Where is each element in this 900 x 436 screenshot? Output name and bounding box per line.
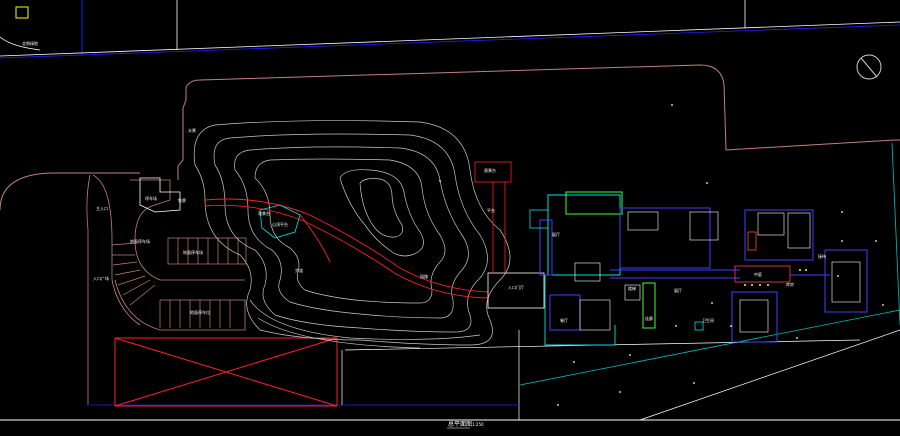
label-parking-lot: 停车场 (145, 195, 157, 201)
site-boundary-north (185, 64, 896, 151)
title-block-marker (15, 6, 29, 19)
label-store: 库房 (786, 281, 794, 287)
label-kiosk2: 入口广场 (93, 275, 109, 281)
label-path3: 园路 (420, 273, 428, 279)
ticket-kiosk (139, 177, 181, 213)
parking-stalls-curve (111, 242, 156, 306)
cad-drawing-canvas: 北侧绿地 主入口 停车场 售票 地面停车场 地面停车场 地面停车位 入口广场 水… (0, 0, 900, 436)
reserved-plot (114, 337, 338, 407)
east-building-north (744, 209, 814, 261)
plan-labels: 主入口 停车场 售票 地面停车场 地面停车场 地面停车位 入口广场 水景 山顶平… (93, 127, 826, 323)
label-top: 水景 (188, 127, 196, 133)
label-top-pavilion: 观景台 (484, 167, 496, 173)
label-bridge: 平台 (487, 207, 495, 213)
label-stair: 楼梯 (628, 285, 636, 291)
label-path2: 步道 (295, 267, 303, 273)
east-building-far (824, 249, 868, 313)
label-corridor: 连廊 (645, 315, 653, 321)
label-mound: 山顶平台 (272, 221, 288, 227)
label-entrance: 主入口 (96, 205, 108, 211)
label-hall: 展厅 (674, 287, 682, 293)
road-edge-top (0, 21, 900, 57)
site-boundary-west (177, 87, 187, 180)
east-corridor (734, 265, 830, 286)
label-kiosk: 售票 (178, 197, 186, 203)
boundary-line-top (0, 24, 900, 59)
drawing-scale: 1:250 (472, 422, 484, 427)
label-parking-south: 地面停车位 (190, 309, 210, 315)
boundary-east (891, 142, 900, 326)
east-building-south (731, 291, 778, 343)
north-arrow-needle (860, 57, 878, 78)
contour-lines (193, 120, 511, 349)
label-parking-north: 地面停车场 (183, 249, 203, 255)
drawing-title: 总平面图 (448, 420, 472, 428)
parking-ring-inner (130, 179, 245, 281)
corner-label: 北侧绿地 (22, 40, 38, 46)
label-path1: 观景台 (258, 210, 270, 216)
site-plan-svg: 北侧绿地 主入口 停车场 售票 地面停车场 地面停车场 地面停车位 入口广场 水… (0, 0, 900, 429)
label-gate: 入口门厅 (508, 284, 524, 290)
label-toilet: 卫生间 (702, 317, 714, 323)
garden-paths (204, 198, 489, 299)
label-cafe: 餐厅 (560, 317, 568, 323)
entrance-road-outer (0, 172, 140, 211)
parking-stalls-north (167, 237, 247, 265)
label-court: 中庭 (754, 271, 762, 277)
entrance-road-inner (86, 174, 91, 405)
label-parking-curve: 地面停车场 (130, 238, 150, 244)
label-wing: 展厅 (552, 231, 560, 237)
label-east1: 接待 (818, 253, 826, 259)
